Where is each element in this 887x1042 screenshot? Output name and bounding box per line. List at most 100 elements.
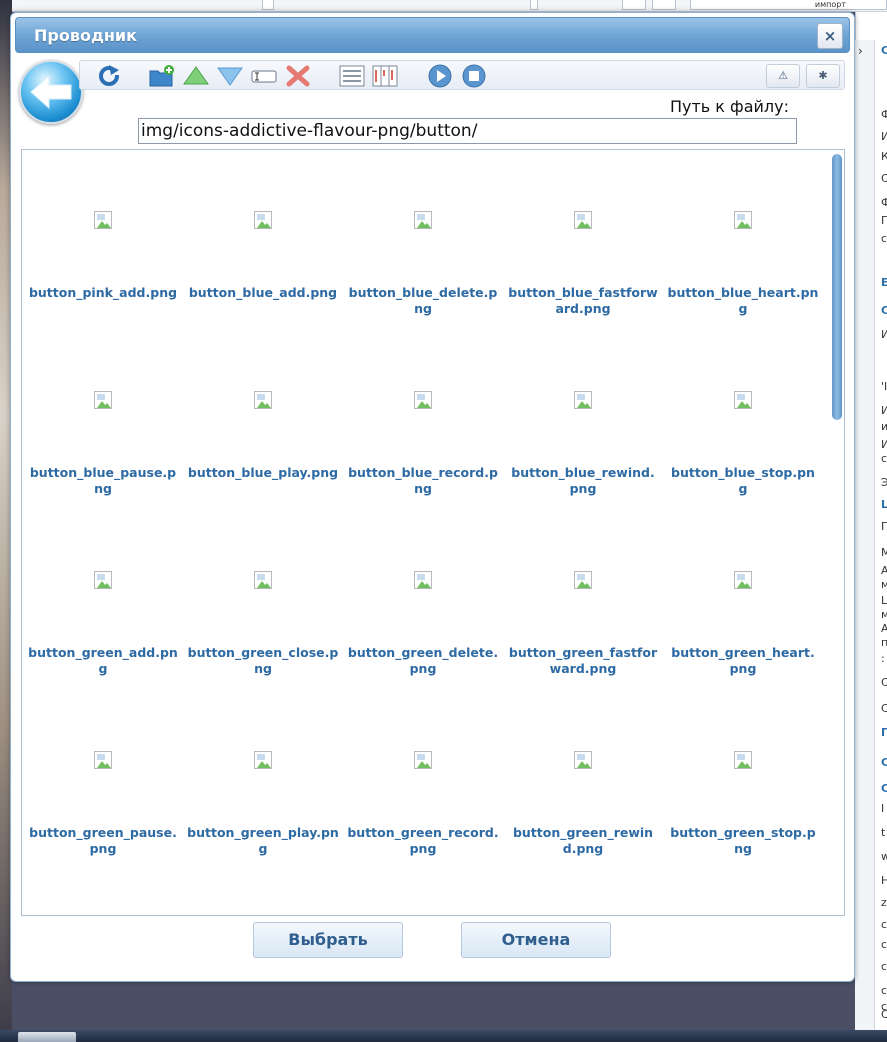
upload-icon[interactable] — [182, 64, 210, 88]
background-text-fragment: c — [881, 938, 887, 951]
delete-icon[interactable] — [284, 64, 312, 88]
taskbar — [0, 1030, 887, 1042]
background-text-fragment: 'I — [881, 380, 887, 393]
background-text-fragment: c — [881, 984, 887, 997]
broken-image-icon — [734, 571, 752, 589]
background-text-fragment: И — [881, 438, 887, 451]
scrollbar-thumb[interactable] — [832, 154, 842, 420]
background-tab[interactable] — [622, 0, 646, 10]
file-item[interactable]: button_blue_heart.png — [663, 150, 823, 330]
background-text-fragment: Ф — [881, 196, 887, 209]
file-item[interactable]: button_blue_play.png — [183, 330, 343, 510]
download-icon[interactable] — [216, 64, 244, 88]
background-text-fragment: С — [881, 172, 887, 185]
background-text-fragment: с — [881, 232, 887, 245]
background-text-fragment: К — [881, 150, 887, 163]
scrollbar[interactable] — [832, 154, 842, 913]
stop-icon[interactable] — [462, 64, 486, 88]
rename-icon[interactable] — [250, 64, 278, 88]
background-right-strip — [855, 40, 875, 1030]
close-button[interactable]: × — [817, 23, 843, 49]
background-text-fragment: c — [881, 960, 887, 973]
file-item[interactable]: button_green_add.png — [23, 510, 183, 690]
background-text-fragment: t — [881, 826, 886, 839]
file-item[interactable]: button_green_record.png — [343, 690, 503, 870]
file-explorer-dialog: Проводник × ⚠ ✱ Путь к файлу: img/icons-… — [10, 12, 855, 982]
dialog-title: Проводник — [34, 26, 137, 45]
list-view-icon[interactable] — [338, 64, 366, 88]
refresh-icon[interactable] — [97, 64, 121, 88]
file-name: button_blue_pause.png — [29, 465, 177, 496]
file-name: button_green_play.png — [187, 825, 339, 856]
select-button[interactable]: Выбрать — [253, 922, 403, 958]
file-item[interactable]: button_green_stop.png — [663, 690, 823, 870]
file-name: button_green_stop.png — [670, 825, 816, 856]
chevron-right-icon[interactable]: › — [858, 44, 863, 58]
back-button[interactable] — [19, 60, 83, 124]
file-item[interactable]: button_green_fastforward.png — [503, 510, 663, 690]
file-item[interactable]: button_blue_fastforward.png — [503, 150, 663, 330]
broken-image-icon — [734, 751, 752, 769]
background-text-fragment: м — [881, 578, 887, 591]
file-name: button_blue_heart.png — [667, 285, 819, 316]
file-item[interactable]: button_green_pause.png — [23, 690, 183, 870]
background-tab[interactable] — [262, 0, 274, 10]
background-text-fragment: C — [881, 676, 887, 689]
file-name: button_green_add.png — [28, 645, 178, 676]
background-tab-strip: импорт — [0, 0, 887, 12]
file-name: button_blue_play.png — [187, 465, 339, 480]
file-item[interactable]: button_blue_record.png — [343, 330, 503, 510]
file-name: button_blue_record.png — [348, 465, 498, 496]
file-item[interactable]: button_blue_add.png — [183, 150, 343, 330]
broken-image-icon — [414, 211, 432, 229]
path-input[interactable] — [138, 118, 797, 144]
columns-view-icon[interactable] — [371, 64, 399, 88]
file-item[interactable]: button_blue_rewind.png — [503, 330, 663, 510]
play-icon[interactable] — [428, 64, 452, 88]
file-item[interactable]: button_blue_stop.png — [663, 330, 823, 510]
file-name: button_green_heart.png — [671, 645, 815, 676]
file-name: button_blue_stop.png — [671, 465, 815, 496]
broken-image-icon — [94, 211, 112, 229]
broken-image-icon — [94, 571, 112, 589]
background-text-fragment: C — [881, 702, 887, 715]
background-text-fragment: Ф — [881, 108, 887, 121]
warning-icon: ⚠ — [778, 69, 788, 82]
background-text-fragment: I — [881, 802, 885, 815]
file-item[interactable]: button_pink_add.png — [23, 150, 183, 330]
background-text-fragment: C — [881, 782, 887, 795]
background-tab[interactable] — [530, 0, 538, 10]
taskbar-start-button[interactable] — [18, 1032, 76, 1042]
background-text-fragment: H — [881, 874, 887, 887]
background-tab-import[interactable]: импорт — [690, 0, 887, 10]
background-tab[interactable] — [652, 0, 676, 10]
file-item[interactable]: button_blue_delete.png — [343, 150, 503, 330]
background-text-fragment: и — [881, 420, 887, 433]
dialog-titlebar[interactable]: Проводник × — [15, 17, 850, 53]
background-text-fragment: w — [881, 850, 887, 863]
warning-button[interactable]: ⚠ — [766, 64, 800, 88]
broken-image-icon — [414, 751, 432, 769]
background-text-fragment: E — [881, 276, 887, 289]
file-item[interactable]: button_green_rewind.png — [503, 690, 663, 870]
file-list: button_pink_add.png button_blue_add.png bu… — [21, 149, 845, 916]
new-folder-icon[interactable] — [148, 64, 176, 88]
settings-button[interactable]: ✱ — [806, 64, 840, 88]
broken-image-icon — [254, 391, 272, 409]
broken-image-icon — [414, 571, 432, 589]
file-item[interactable]: button_green_play.png — [183, 690, 343, 870]
file-name: button_green_record.png — [347, 825, 499, 856]
cancel-button[interactable]: Отмена — [461, 922, 611, 958]
background-text-fragment: М — [881, 546, 887, 559]
background-text-fragment: П — [881, 520, 887, 533]
file-item[interactable]: button_green_delete.png — [343, 510, 503, 690]
file-item[interactable]: button_blue_pause.png — [23, 330, 183, 510]
broken-image-icon — [574, 571, 592, 589]
file-item[interactable]: button_green_heart.png — [663, 510, 823, 690]
file-name: button_blue_rewind.png — [511, 465, 655, 496]
background-text-fragment: П — [881, 726, 887, 739]
broken-image-icon — [574, 751, 592, 769]
background-text-fragment: c — [881, 1000, 887, 1013]
file-item[interactable]: button_green_close.png — [183, 510, 343, 690]
broken-image-icon — [254, 751, 272, 769]
